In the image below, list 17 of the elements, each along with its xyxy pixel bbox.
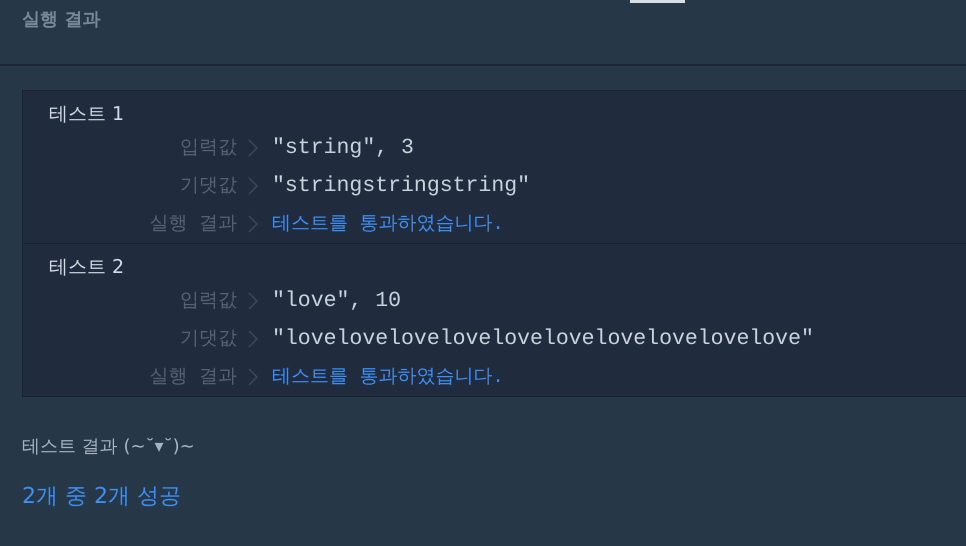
chevron-icon <box>247 330 259 348</box>
row-value: "love", 10 <box>272 288 402 315</box>
row-value: "lovelovelovelovelovelovelovelovelovelove" <box>272 326 814 353</box>
chevron-icon <box>247 292 259 310</box>
row-value: "stringstringstring" <box>272 172 530 200</box>
chevron-icon <box>247 139 259 157</box>
section-title: 실행 결과 <box>22 9 100 30</box>
chevron-icon <box>247 368 259 386</box>
row-value: "string", 3 <box>272 134 414 162</box>
summary-title: 테스트 결과 (~˘▾˘)~ <box>22 435 196 459</box>
result-message: 테스트를 통과하였습니다. <box>272 364 504 390</box>
chevron-icon <box>247 215 259 233</box>
result-message: 테스트를 통과하였습니다. <box>272 212 504 237</box>
summary-text: 2개 중 2개 성공 <box>22 483 182 511</box>
test-title: 테스트 2 <box>49 255 126 280</box>
test-title: 테스트 1 <box>49 102 126 127</box>
chevron-icon <box>247 177 259 195</box>
